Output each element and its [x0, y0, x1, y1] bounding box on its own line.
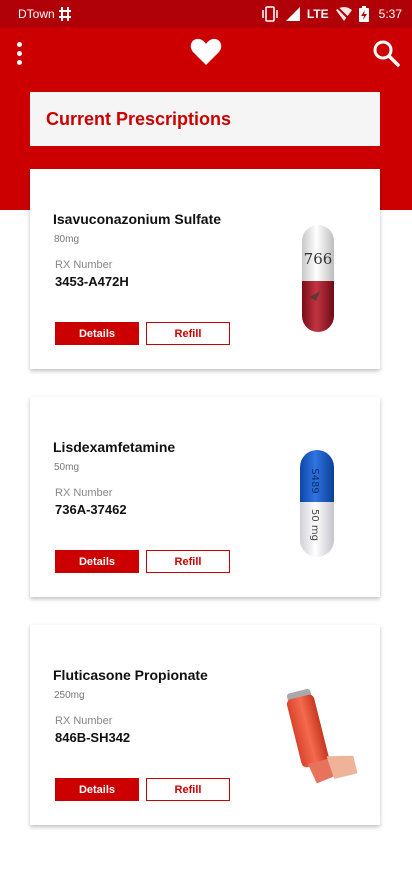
rx-number: 3453-A472H	[55, 274, 129, 289]
rx-number-label: RX Number	[55, 715, 113, 727]
refill-button[interactable]: Refill	[146, 322, 230, 345]
network-hash-icon	[59, 7, 71, 21]
capsule-image: S489 50 mg	[300, 450, 334, 557]
drug-dose: 50mg	[54, 462, 80, 473]
details-button[interactable]: Details	[55, 322, 139, 345]
rx-number: 736A-37462	[55, 502, 127, 517]
clock: 5:37	[378, 7, 402, 21]
prescription-card: Fluticasone Propionate 250mg RX Number 8…	[30, 625, 380, 825]
network-type: LTE	[306, 7, 329, 21]
more-vert-icon[interactable]	[10, 40, 28, 66]
refill-button[interactable]: Refill	[146, 550, 230, 573]
drug-dose: 80mg	[54, 234, 80, 245]
prescription-card: Lisdexamfetamine 50mg RX Number 736A-374…	[30, 397, 380, 597]
drug-dose: 250mg	[54, 690, 85, 701]
details-button[interactable]: Details	[55, 550, 139, 573]
capsule-imprint-bottom: 50 mg	[309, 509, 320, 541]
rx-number-label: RX Number	[55, 487, 113, 499]
inhaler-image	[286, 688, 358, 784]
drug-name: Isavuconazonium Sulfate	[53, 211, 222, 227]
prescription-card: Isavuconazonium Sulfate 80mg RX Number 3…	[30, 169, 380, 369]
capsule-image: 766	[302, 225, 334, 332]
drug-name: Fluticasone Propionate	[53, 667, 208, 683]
capsule-imprint-top: S489	[309, 468, 320, 493]
status-bar: DTown LTE 5:37	[0, 0, 412, 28]
drug-name: Lisdexamfetamine	[53, 439, 176, 455]
details-button[interactable]: Details	[55, 778, 139, 801]
rx-number: 846B-SH342	[55, 730, 131, 745]
battery-charging-icon	[358, 6, 369, 22]
carrier-name: DTown	[18, 7, 55, 21]
wifi-off-icon	[335, 6, 352, 22]
page-title: Current Prescriptions	[46, 108, 232, 129]
heart-icon	[190, 38, 222, 65]
page-title-card: Current Prescriptions	[30, 92, 380, 146]
vibrate-icon	[262, 6, 278, 22]
refill-button[interactable]: Refill	[146, 778, 230, 801]
capsule-imprint: 766	[304, 250, 333, 268]
rx-number-label: RX Number	[55, 259, 113, 271]
signal-icon	[285, 7, 300, 21]
search-icon[interactable]	[372, 39, 400, 67]
